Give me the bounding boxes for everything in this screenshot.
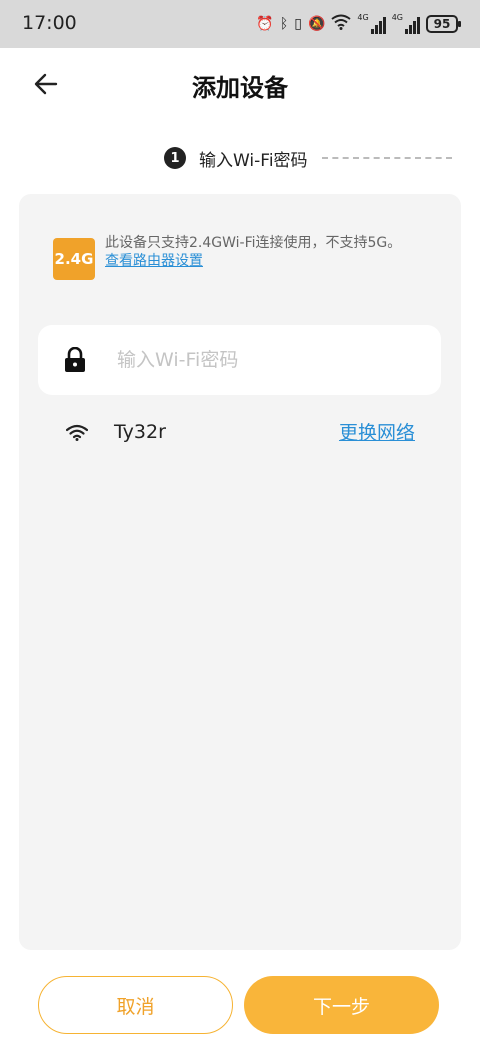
mute-icon: 🔕 bbox=[307, 16, 326, 32]
current-network-row: Ty32r 更换网络 bbox=[38, 416, 441, 448]
wifi-icon bbox=[65, 422, 89, 442]
wifi-config-card: 2.4G 此设备只支持2.4GWi-Fi连接使用，不支持5G。 查看路由器设置 … bbox=[19, 194, 461, 950]
change-network-link[interactable]: 更换网络 bbox=[339, 418, 415, 445]
wifi-status-icon bbox=[331, 14, 352, 34]
status-icons: ⏰ ᛒ ▯ 🔕 4G 4G 95 bbox=[256, 12, 461, 36]
step-progress-line bbox=[321, 157, 452, 159]
battery-icon: 95 bbox=[426, 15, 461, 33]
step-label: 输入Wi-Fi密码 bbox=[199, 150, 308, 171]
password-field-container bbox=[38, 325, 441, 395]
router-settings-link[interactable]: 查看路由器设置 bbox=[105, 250, 203, 270]
step-indicator: 1 输入Wi-Fi密码 bbox=[164, 146, 452, 171]
signal-4g-icon: 4G bbox=[357, 14, 386, 34]
bluetooth-icon: ᛒ bbox=[279, 16, 289, 32]
cancel-button[interactable]: 取消 bbox=[38, 976, 233, 1034]
network-ssid: Ty32r bbox=[114, 421, 166, 443]
lock-icon bbox=[63, 347, 87, 373]
band-notice-text: 此设备只支持2.4GWi-Fi连接使用，不支持5G。 bbox=[105, 235, 402, 251]
step-number-badge: 1 bbox=[164, 147, 186, 169]
wifi-password-input[interactable] bbox=[117, 349, 417, 371]
nav-bar: 添加设备 bbox=[0, 48, 480, 120]
page-title: 添加设备 bbox=[192, 74, 288, 102]
vibrate-icon: ▯ bbox=[294, 16, 302, 32]
alarm-icon: ⏰ bbox=[256, 16, 274, 32]
status-bar: 17:00 ⏰ ᛒ ▯ 🔕 4G 4G 95 bbox=[0, 0, 480, 48]
next-step-button[interactable]: 下一步 bbox=[244, 976, 439, 1034]
band-2-4g-icon: 2.4G bbox=[53, 238, 95, 280]
signal-4g-icon-2: 4G bbox=[392, 14, 420, 34]
status-time: 17:00 bbox=[22, 12, 77, 34]
